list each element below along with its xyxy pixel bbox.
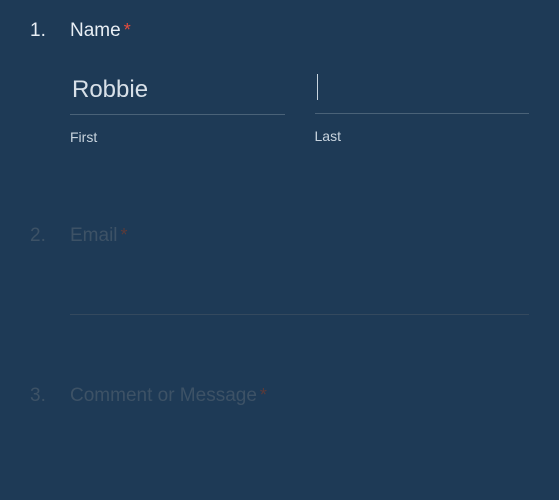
text-cursor-icon bbox=[317, 74, 318, 100]
name-field-header: 1. Name * bbox=[30, 20, 529, 42]
comment-field-group: 3. Comment or Message * bbox=[30, 385, 529, 407]
first-name-input[interactable] bbox=[70, 70, 285, 115]
comment-required-indicator: * bbox=[260, 385, 267, 406]
email-input-wrap bbox=[30, 275, 529, 315]
email-input[interactable] bbox=[70, 275, 529, 315]
email-required-indicator: * bbox=[121, 225, 128, 246]
last-name-input[interactable] bbox=[315, 70, 530, 114]
name-field-label: Name bbox=[70, 20, 121, 42]
last-name-sublabel: Last bbox=[315, 128, 530, 144]
first-name-sublabel: First bbox=[70, 129, 285, 145]
comment-field-number: 3. bbox=[30, 385, 70, 407]
email-field-label: Email bbox=[70, 225, 118, 247]
comment-field-label: Comment or Message bbox=[70, 385, 257, 407]
first-name-column: First bbox=[70, 70, 285, 145]
email-field-number: 2. bbox=[30, 225, 70, 247]
name-field-group: 1. Name * First Last bbox=[30, 20, 529, 145]
name-required-indicator: * bbox=[124, 20, 131, 41]
name-field-number: 1. bbox=[30, 20, 70, 42]
last-name-column: Last bbox=[315, 70, 530, 145]
email-field-group: 2. Email * bbox=[30, 225, 529, 315]
name-inputs-row: First Last bbox=[30, 70, 529, 145]
comment-field-header: 3. Comment or Message * bbox=[30, 385, 529, 407]
email-field-header: 2. Email * bbox=[30, 225, 529, 247]
